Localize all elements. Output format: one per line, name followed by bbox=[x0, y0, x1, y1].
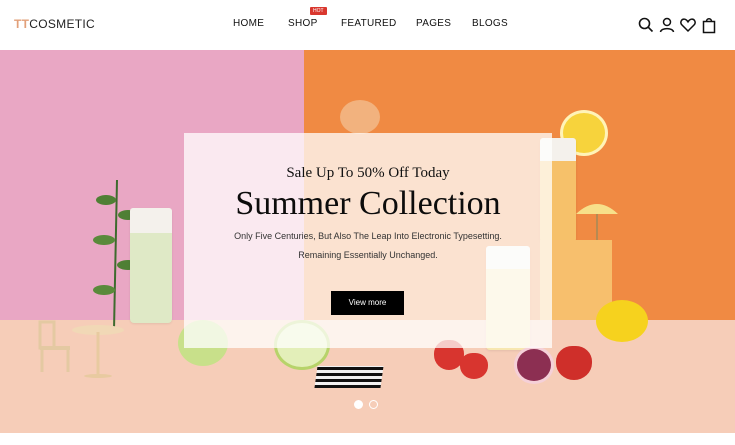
umbrella-image bbox=[574, 200, 620, 240]
hero-slider: Sale Up To 50% Off Today Summer Collecti… bbox=[0, 50, 735, 433]
header-icons bbox=[637, 16, 727, 34]
slider-dots bbox=[354, 400, 384, 409]
shopping-bag-icon[interactable] bbox=[700, 16, 718, 34]
site-logo[interactable]: TTCOSMETIC bbox=[14, 17, 95, 31]
passion-fruit-image bbox=[514, 346, 554, 384]
strawberry-image bbox=[460, 353, 488, 379]
search-icon[interactable] bbox=[637, 16, 655, 34]
strawberry-image bbox=[556, 346, 592, 380]
user-icon[interactable] bbox=[658, 16, 676, 34]
hero-text-panel: Sale Up To 50% Off Today Summer Collecti… bbox=[184, 133, 552, 348]
product-bottle-image bbox=[130, 208, 172, 323]
nav-item-shop[interactable]: SHOP bbox=[288, 18, 318, 29]
lemon-image bbox=[596, 300, 648, 342]
heart-icon[interactable] bbox=[679, 16, 697, 34]
site-header: TTCOSMETIC HOME SHOP HOT FEATURED PAGES … bbox=[0, 0, 735, 50]
hot-badge: HOT bbox=[310, 7, 327, 15]
hero-description-line1: Only Five Centuries, But Also The Leap I… bbox=[234, 231, 502, 241]
nav-item-blogs[interactable]: BLOGS bbox=[472, 18, 508, 29]
view-more-button[interactable]: View more bbox=[331, 291, 404, 315]
logo-text: COSMETIC bbox=[29, 17, 95, 31]
logo-accent: TT bbox=[14, 17, 30, 31]
slider-dot-2[interactable] bbox=[369, 400, 378, 409]
striped-tray-image bbox=[314, 366, 384, 388]
nav-item-featured[interactable]: FEATURED bbox=[341, 18, 397, 29]
hero-description-line2: Remaining Essentially Unchanged. bbox=[298, 250, 438, 260]
hero-title: Summer Collection bbox=[235, 185, 501, 222]
slider-dot-1[interactable] bbox=[354, 400, 363, 409]
nav-item-home[interactable]: HOME bbox=[233, 18, 264, 29]
peach-slice-image bbox=[340, 100, 380, 134]
hero-sale-text: Sale Up To 50% Off Today bbox=[286, 165, 450, 181]
table-image bbox=[70, 322, 126, 378]
nav-item-pages[interactable]: PAGES bbox=[416, 18, 451, 29]
